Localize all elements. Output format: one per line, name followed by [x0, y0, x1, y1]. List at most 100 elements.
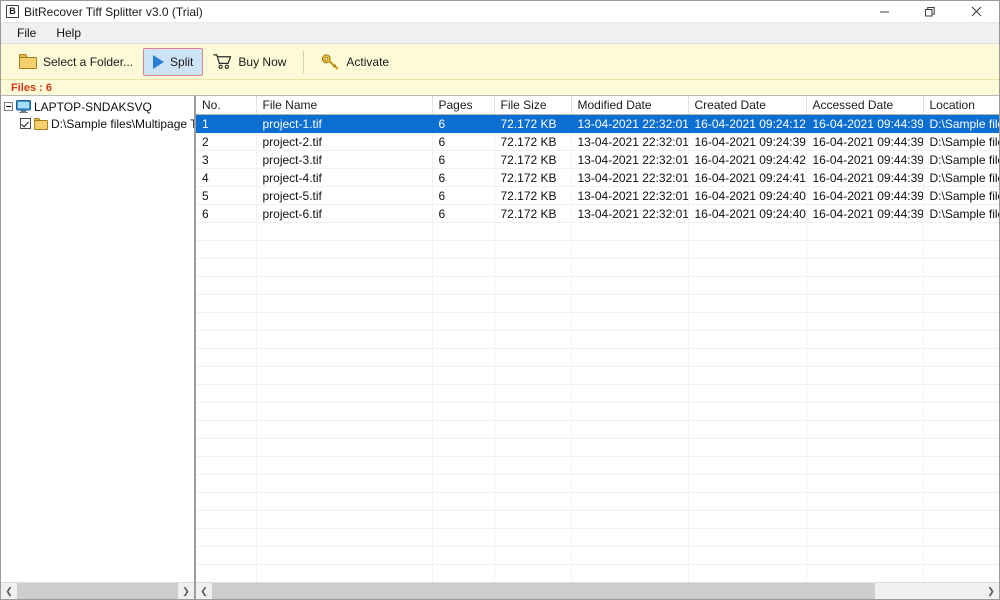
- cell-empty: [256, 294, 433, 313]
- window-title: BitRecover Tiff Splitter v3.0 (Trial): [24, 4, 203, 19]
- table-row-empty[interactable]: [196, 528, 999, 547]
- file-list-scroll-track[interactable]: [212, 583, 983, 599]
- cell-modified-date: 13-04-2021 22:32:01: [571, 168, 689, 187]
- cell-empty: [256, 330, 433, 349]
- cell-empty: [196, 366, 257, 385]
- table-row[interactable]: 1 project-1.tif 6 72.172 KB 13-04-2021 22:32…: [196, 114, 999, 133]
- table-row[interactable]: 3 project-3.tif 6 72.172 KB 13-04-2021 22:32…: [196, 150, 999, 169]
- tree-horizontal-scrollbar[interactable]: ❮ ❯: [1, 582, 194, 599]
- cell-empty: [494, 402, 572, 421]
- table-row[interactable]: 4 project-4.tif 6 72.172 KB 13-04-2021 22:32…: [196, 168, 999, 187]
- table-row-empty[interactable]: [196, 258, 999, 277]
- chevron-right-icon[interactable]: ❯: [178, 583, 194, 599]
- table-row[interactable]: 5 project-5.tif 6 72.172 KB 13-04-2021 22:32…: [196, 186, 999, 205]
- column-header-file-name[interactable]: File Name: [256, 96, 433, 115]
- cell-location: D:\Sample files\: [923, 204, 999, 223]
- cell-created-date: 16-04-2021 09:24:41: [688, 168, 807, 187]
- close-button[interactable]: [953, 1, 999, 22]
- table-row-empty[interactable]: [196, 564, 999, 582]
- table-row-empty[interactable]: [196, 492, 999, 511]
- cell-empty: [571, 546, 689, 565]
- cell-modified-date: 13-04-2021 22:32:01: [571, 150, 689, 169]
- cell-empty: [923, 564, 999, 582]
- column-header-file-size[interactable]: File Size: [494, 96, 572, 115]
- cell-location: D:\Sample files\: [923, 168, 999, 187]
- cell-empty: [806, 420, 924, 439]
- tree-scroll-track[interactable]: [17, 583, 178, 599]
- cell-created-date: 16-04-2021 09:24:40: [688, 186, 807, 205]
- cell-empty: [923, 474, 999, 493]
- chevron-left-icon[interactable]: ❮: [196, 583, 212, 599]
- activate-button[interactable]: Activate: [311, 48, 399, 76]
- restore-button[interactable]: [907, 1, 953, 22]
- cell-empty: [256, 546, 433, 565]
- table-row-empty[interactable]: [196, 474, 999, 493]
- table-row-empty[interactable]: [196, 312, 999, 331]
- table-row[interactable]: 2 project-2.tif 6 72.172 KB 13-04-2021 22:32…: [196, 132, 999, 151]
- cell-empty: [432, 528, 495, 547]
- cell-empty: [494, 240, 572, 259]
- file-list-scroll-thumb[interactable]: [212, 583, 876, 599]
- table-row[interactable]: 6 project-6.tif 6 72.172 KB 13-04-2021 22:32…: [196, 204, 999, 223]
- table-row-empty[interactable]: [196, 222, 999, 241]
- cell-empty: [688, 222, 807, 241]
- cell-empty: [688, 312, 807, 331]
- split-label: Split: [170, 54, 194, 69]
- cell-modified-date: 13-04-2021 22:32:01: [571, 132, 689, 151]
- buy-now-button[interactable]: Buy Now: [203, 48, 296, 76]
- cell-empty: [196, 222, 257, 241]
- table-row-empty[interactable]: [196, 294, 999, 313]
- table-row-empty[interactable]: [196, 456, 999, 475]
- menu-item-help[interactable]: Help: [48, 24, 89, 42]
- cell-empty: [196, 240, 257, 259]
- table-row-empty[interactable]: [196, 510, 999, 529]
- cell-empty: [688, 510, 807, 529]
- cell-empty: [432, 258, 495, 277]
- column-header-no[interactable]: No.: [196, 96, 257, 115]
- tree-scroll-thumb[interactable]: [17, 583, 178, 599]
- file-list-horizontal-scrollbar[interactable]: ❮ ❯: [196, 582, 999, 599]
- files-count-strip: Files : 6: [1, 80, 999, 95]
- minimize-button[interactable]: [861, 1, 907, 22]
- cell-pages: 6: [432, 150, 495, 169]
- cell-empty: [806, 330, 924, 349]
- cell-empty: [688, 564, 807, 582]
- cell-empty: [256, 474, 433, 493]
- table-row-empty[interactable]: [196, 438, 999, 457]
- file-list-scroll-area[interactable]: No. File Name Pages File Size Modified Date C…: [196, 96, 999, 582]
- menu-item-file[interactable]: File: [9, 24, 44, 42]
- chevron-right-icon[interactable]: ❯: [983, 583, 999, 599]
- table-row-empty[interactable]: [196, 546, 999, 565]
- table-row-empty[interactable]: [196, 402, 999, 421]
- cell-empty: [571, 294, 689, 313]
- cell-empty: [432, 510, 495, 529]
- table-row-empty[interactable]: [196, 330, 999, 349]
- split-button[interactable]: Split: [143, 47, 204, 76]
- cell-empty: [256, 384, 433, 403]
- cell-created-date: 16-04-2021 09:24:42: [688, 150, 807, 169]
- column-header-location[interactable]: Location: [923, 96, 999, 115]
- select-a-folder-label: Select a Folder...: [43, 54, 134, 69]
- chevron-left-icon[interactable]: ❮: [1, 583, 17, 599]
- cell-empty: [571, 258, 689, 277]
- tree-node-computer[interactable]: LAPTOP-SNDAKSVQ: [1, 98, 194, 115]
- table-row-empty[interactable]: [196, 366, 999, 385]
- tree-expander-collapse-icon[interactable]: [4, 102, 13, 111]
- cell-empty: [256, 240, 433, 259]
- table-row-empty[interactable]: [196, 420, 999, 439]
- column-header-pages[interactable]: Pages: [432, 96, 495, 115]
- table-row-empty[interactable]: [196, 276, 999, 295]
- tree-node-folder[interactable]: D:\Sample files\Multipage TIF: [1, 115, 194, 132]
- folder-checkbox[interactable]: [20, 118, 31, 129]
- cell-empty: [256, 528, 433, 547]
- select-a-folder-button[interactable]: Select a Folder...: [9, 48, 143, 76]
- table-row-empty[interactable]: [196, 240, 999, 259]
- cell-empty: [432, 240, 495, 259]
- table-row-empty[interactable]: [196, 384, 999, 403]
- column-header-modified-date[interactable]: Modified Date: [571, 96, 689, 115]
- table-row-empty[interactable]: [196, 348, 999, 367]
- cell-empty: [196, 528, 257, 547]
- cell-empty: [688, 330, 807, 349]
- column-header-created-date[interactable]: Created Date: [688, 96, 807, 115]
- column-header-accessed-date[interactable]: Accessed Date: [806, 96, 924, 115]
